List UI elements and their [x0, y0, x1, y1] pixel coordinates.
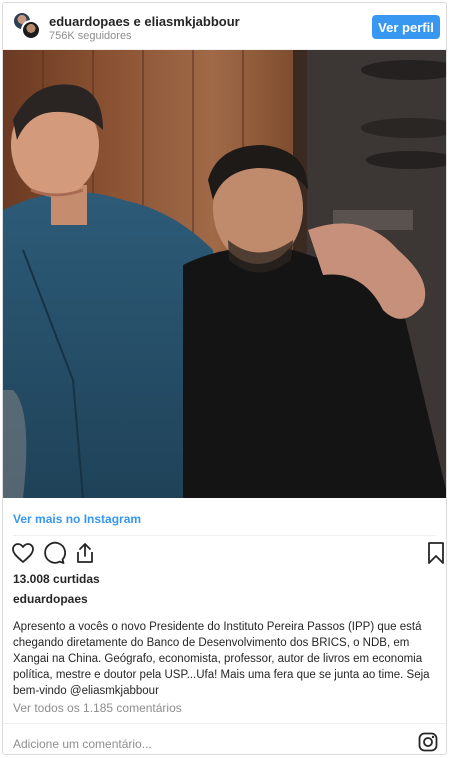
- bookmark-icon[interactable]: [424, 541, 446, 565]
- post-header: eduardopaes e eliasmkjabbour 756K seguid…: [3, 3, 446, 50]
- view-profile-button[interactable]: Ver perfil: [372, 15, 440, 39]
- post-caption: Apresento a vocês o novo Presidente do I…: [13, 619, 437, 699]
- divider: [13, 535, 436, 536]
- avatar[interactable]: [21, 20, 41, 40]
- instagram-icon[interactable]: [418, 732, 438, 752]
- divider: [3, 723, 446, 724]
- avatar-group[interactable]: [12, 11, 42, 41]
- instagram-embed-card: eduardopaes e eliasmkjabbour 756K seguid…: [2, 2, 447, 755]
- add-comment-field[interactable]: Adicione um comentário...: [13, 737, 152, 751]
- view-more-on-instagram-link[interactable]: Ver mais no Instagram: [13, 512, 141, 526]
- photo-illustration: [3, 50, 446, 498]
- share-icon[interactable]: [73, 541, 97, 565]
- mention-link[interactable]: @eliasmkjabbour: [70, 685, 159, 697]
- heart-icon[interactable]: [11, 541, 35, 565]
- post-author[interactable]: eduardopaes: [13, 592, 88, 606]
- account-names[interactable]: eduardopaes e eliasmkjabbour: [49, 14, 240, 29]
- view-all-comments-link[interactable]: Ver todos os 1.185 comentários: [13, 701, 182, 715]
- action-bar: [11, 541, 444, 567]
- like-count[interactable]: 13.008 curtidas: [13, 572, 100, 586]
- comment-icon[interactable]: [42, 541, 66, 565]
- post-photo[interactable]: [3, 50, 446, 498]
- follower-count: 756K seguidores: [49, 30, 132, 42]
